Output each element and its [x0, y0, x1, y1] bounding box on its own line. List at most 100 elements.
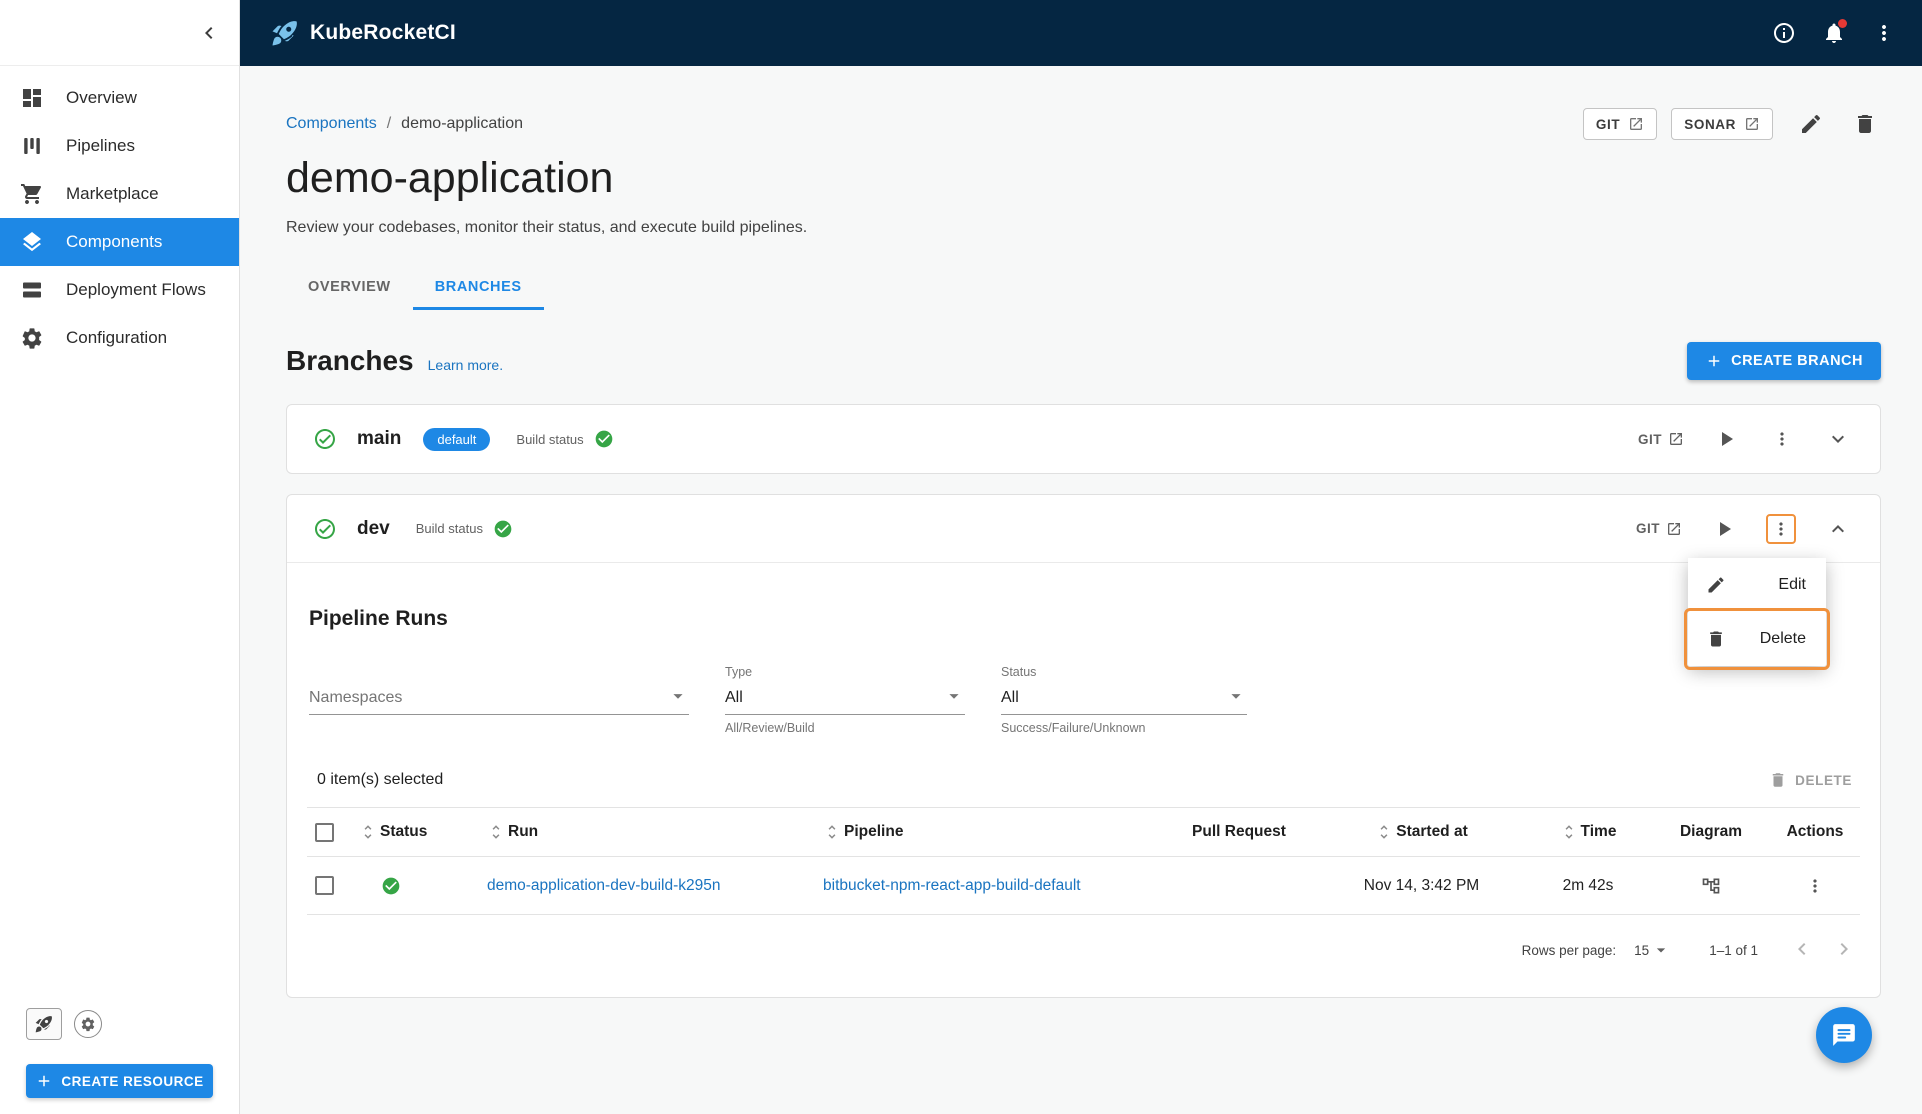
branch-card-dev: dev Build status GIT Pipeline Runs Names… — [286, 494, 1881, 998]
git-link-button[interactable]: GIT — [1582, 108, 1658, 140]
breadcrumb: Components / demo-application — [286, 115, 523, 133]
dashboard-icon — [23, 89, 41, 107]
rocket-logo-icon — [272, 21, 297, 46]
external-link-icon — [1630, 118, 1643, 130]
status-filter-label: Status — [1001, 665, 1037, 679]
branch-actions: GIT — [1638, 423, 1854, 455]
previous-page-button[interactable] — [1790, 937, 1814, 964]
info-icon — [1774, 23, 1794, 43]
sidebar-item-label: Components — [66, 232, 163, 251]
build-success-icon — [494, 520, 512, 537]
sidebar-item-pipelines[interactable]: Pipelines — [0, 122, 239, 170]
next-page-button[interactable] — [1832, 937, 1856, 964]
branch-git-link[interactable]: GIT — [1636, 521, 1682, 537]
appbar-actions — [1772, 19, 1896, 45]
status-select[interactable]: Status All Success/Failure/Unknown — [1001, 665, 1247, 737]
trash-icon — [1710, 631, 1722, 647]
sort-icon[interactable] — [359, 823, 377, 841]
sidebar: Overview Pipelines Marketplace Component… — [0, 0, 240, 1114]
type-select[interactable]: Type All All/Review/Build — [725, 665, 965, 737]
sidebar-collapse-button[interactable] — [197, 21, 221, 45]
table-pagination: Rows per page: 15 1–1 of 1 — [307, 925, 1860, 975]
notification-dot — [1838, 19, 1847, 28]
branch-kebab-button[interactable] — [1768, 425, 1796, 453]
tab-branches[interactable]: BRANCHES — [412, 265, 544, 310]
edit-component-button[interactable] — [1795, 108, 1827, 140]
external-link-icon — [1668, 522, 1680, 535]
pipeline-link[interactable]: bitbucket-npm-react-app-build-default — [823, 877, 1081, 895]
branch-row-main: main default Build status GIT — [287, 405, 1880, 473]
app-title: KubeRocketCI — [310, 21, 456, 44]
breadcrumb-components-link[interactable]: Components — [286, 115, 377, 133]
branch-git-link[interactable]: GIT — [1638, 431, 1684, 447]
row-checkbox[interactable] — [315, 876, 334, 895]
bulk-delete-button[interactable]: DELETE — [1769, 771, 1852, 789]
sonar-link-button[interactable]: SONAR — [1671, 108, 1773, 140]
branch-git-label: GIT — [1636, 521, 1660, 536]
column-header-pipeline[interactable]: Pipeline — [844, 823, 903, 841]
tab-overview[interactable]: OVERVIEW — [286, 265, 413, 310]
column-header-status[interactable]: Status — [380, 823, 427, 841]
collapse-branch-button[interactable] — [1822, 513, 1854, 545]
diagram-button[interactable] — [1697, 872, 1725, 900]
select-all-checkbox[interactable] — [315, 822, 334, 842]
branch-kebab-button-highlighted[interactable] — [1766, 513, 1796, 544]
sidebar-item-deployment-flows[interactable]: Deployment Flows — [0, 266, 239, 314]
diagram-icon — [1702, 878, 1720, 893]
row-actions-kebab-button[interactable] — [1801, 872, 1829, 900]
sidebar-item-components[interactable]: Components — [0, 218, 239, 266]
branches-section-header: Branches Learn more. CREATE BRANCH — [286, 342, 1881, 380]
sidebar-item-configuration[interactable]: Configuration — [0, 314, 239, 362]
kebab-icon — [1780, 432, 1784, 446]
learn-more-link[interactable]: Learn more. — [428, 357, 503, 373]
sidebar-item-overview[interactable]: Overview — [0, 74, 239, 122]
rows-per-page-select[interactable]: 15 — [1634, 940, 1671, 960]
sort-icon[interactable] — [823, 823, 841, 841]
chat-fab[interactable] — [1816, 1007, 1872, 1063]
trigger-build-button[interactable] — [1710, 423, 1742, 455]
cluster-settings-button[interactable] — [70, 1008, 106, 1040]
sidebar-item-marketplace[interactable]: Marketplace — [0, 170, 239, 218]
chevron-down-icon — [1832, 435, 1844, 443]
run-link[interactable]: demo-application-dev-build-k295n — [487, 877, 721, 895]
sidebar-item-label: Overview — [66, 88, 137, 107]
kebab-icon — [1882, 25, 1886, 41]
create-resource-label: CREATE RESOURCE — [61, 1073, 204, 1089]
sidebar-header — [0, 0, 239, 66]
menu-item-delete[interactable]: Delete — [1684, 608, 1830, 670]
breadcrumb-current: demo-application — [401, 115, 524, 132]
dropdown-arrow-icon — [673, 694, 683, 699]
create-branch-button[interactable]: CREATE BRANCH — [1687, 342, 1881, 380]
play-icon — [1720, 521, 1731, 536]
rows-icon — [23, 282, 41, 298]
sidebar-nav: Overview Pipelines Marketplace Component… — [0, 66, 239, 362]
portal-mode-button[interactable] — [26, 1008, 62, 1040]
tabs: OVERVIEW BRANCHES — [286, 265, 1881, 310]
sort-icon[interactable] — [487, 823, 505, 841]
notifications-button[interactable] — [1822, 19, 1847, 45]
trigger-build-button[interactable] — [1708, 513, 1740, 545]
layers-icon — [23, 232, 41, 252]
expand-branch-button[interactable] — [1822, 423, 1854, 455]
info-button[interactable] — [1772, 21, 1796, 45]
branch-git-label: GIT — [1638, 431, 1662, 447]
delete-component-button[interactable] — [1849, 108, 1881, 140]
sort-icon[interactable] — [1375, 823, 1393, 841]
sonar-link-label: SONAR — [1684, 116, 1736, 132]
plus-icon — [1708, 355, 1720, 367]
branch-name: main — [357, 428, 402, 449]
appbar-kebab-button[interactable] — [1872, 21, 1896, 45]
menu-item-edit[interactable]: Edit — [1688, 558, 1826, 612]
pipeline-runs-filters: Namespaces Type All All/Review/Build Sta… — [307, 665, 1860, 737]
branch-card-main: main default Build status GIT — [286, 404, 1881, 474]
column-header-started-at[interactable]: Started at — [1396, 823, 1468, 841]
create-resource-button[interactable]: CREATE RESOURCE — [26, 1064, 213, 1098]
sidebar-item-label: Configuration — [66, 328, 168, 347]
started-at-cell: Nov 14, 3:42 PM — [1363, 876, 1480, 894]
sort-icon[interactable] — [1560, 823, 1578, 841]
column-header-run[interactable]: Run — [508, 823, 538, 841]
namespaces-select[interactable]: Namespaces — [309, 665, 689, 737]
pencil-icon — [1708, 577, 1724, 593]
column-header-time[interactable]: Time — [1581, 823, 1617, 841]
column-header-pull-request: Pull Request — [1192, 823, 1286, 840]
